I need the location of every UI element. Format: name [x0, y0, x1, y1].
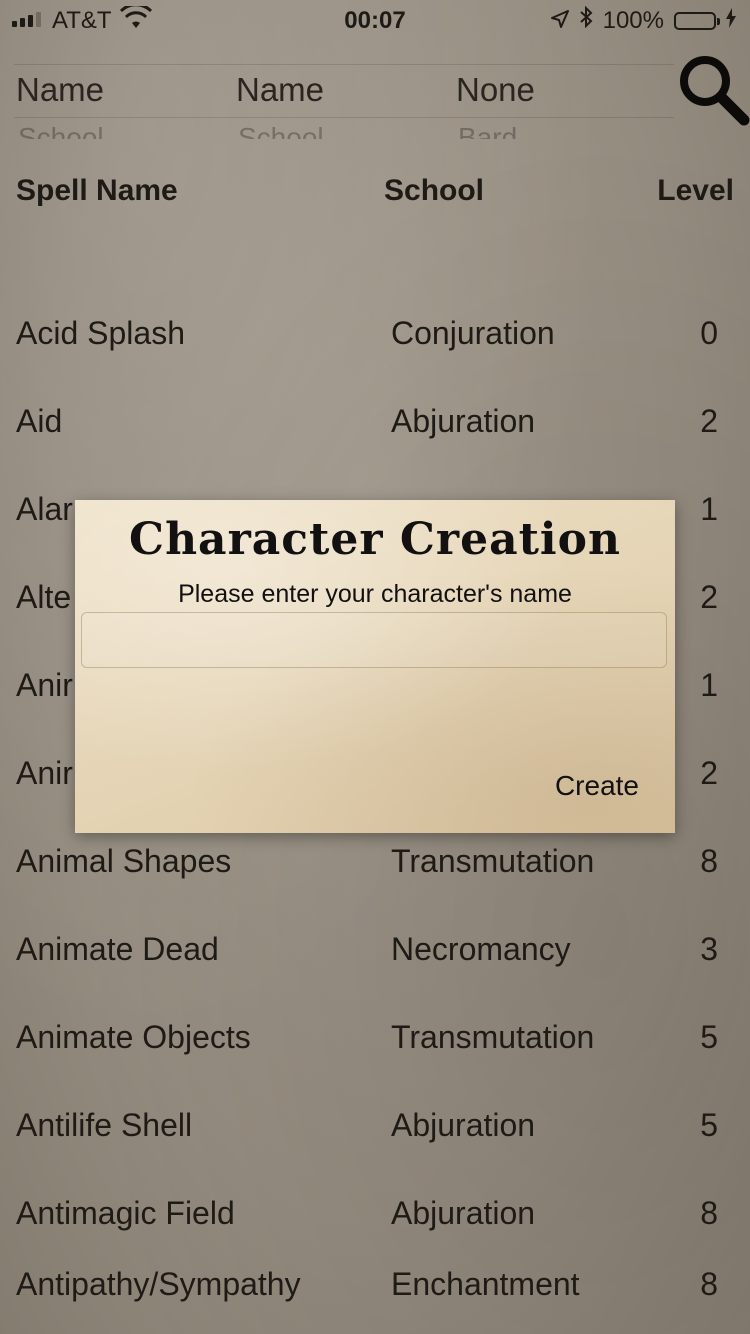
character-creation-dialog: Character Creation Please enter your cha… [75, 500, 675, 833]
picker-next-option: School [18, 123, 104, 139]
spell-name: Acid Splash [16, 315, 185, 351]
spell-level: 2 [700, 755, 718, 791]
spell-level: 8 [700, 843, 718, 879]
spell-school: Transmutation [391, 1019, 595, 1055]
dialog-message: Please enter your character's name [178, 580, 572, 608]
spell-name: Animal Shapes [16, 843, 232, 879]
spell-name: Antimagic Field [16, 1195, 235, 1231]
spell-name: Animate Objects [16, 1019, 251, 1055]
header-level[interactable]: Level [657, 174, 734, 208]
picker-sort-field-1[interactable]: Name [16, 71, 104, 109]
bluetooth-icon [579, 5, 593, 35]
location-arrow-icon [550, 7, 569, 35]
spell-name: Alte [16, 579, 72, 615]
spell-level: 5 [700, 1019, 718, 1055]
dialog-title: Character Creation [129, 514, 621, 565]
spell-name: Antilife Shell [16, 1107, 193, 1143]
search-icon [680, 56, 750, 126]
spell-school: Abjuration [391, 403, 536, 439]
table-row[interactable]: Aid Abjuration 2 [0, 383, 750, 471]
spell-level: 0 [700, 315, 718, 351]
table-row[interactable]: Acid Splash Conjuration 0 [0, 295, 750, 383]
spell-school: Conjuration [391, 315, 555, 351]
spell-level: 1 [700, 667, 718, 703]
battery-percent: 100% [602, 6, 664, 34]
spell-name: Anir [16, 667, 73, 703]
table-row[interactable]: Animal Shapes Transmutation 8 [0, 823, 750, 911]
charging-bolt-icon [726, 7, 736, 35]
spell-level: 5 [700, 1107, 718, 1143]
status-bar: AT&T 00:07 100% [0, 0, 750, 40]
picker-sort-field-2[interactable]: Name [236, 71, 324, 109]
spell-level: 1 [700, 491, 718, 527]
table-row[interactable]: Antipathy/Sympathy Enchantment 8 [0, 1246, 750, 1334]
picker-next-option: School [238, 123, 324, 139]
picker-next-option: Bard [458, 123, 518, 139]
filter-picker[interactable]: Name Name None School School Bard [14, 64, 674, 139]
battery-icon [674, 11, 720, 30]
header-spell-name[interactable]: Spell Name [16, 174, 178, 208]
spell-level: 8 [700, 1266, 718, 1302]
spell-level: 2 [700, 579, 718, 615]
spell-name: Animate Dead [16, 931, 219, 967]
table-row[interactable]: Animate Dead Necromancy 3 [0, 911, 750, 999]
spell-school: Abjuration [391, 1195, 536, 1231]
spell-school: Transmutation [391, 843, 595, 879]
spell-school: Enchantment [391, 1266, 580, 1302]
spell-level: 2 [700, 403, 718, 439]
spell-level: 3 [700, 931, 718, 967]
spell-name: Anir [16, 755, 73, 791]
spell-school: Abjuration [391, 1107, 536, 1143]
create-button[interactable]: Create [555, 770, 639, 802]
spell-level: 8 [700, 1195, 718, 1231]
header-school[interactable]: School [384, 174, 484, 208]
character-name-input[interactable] [81, 612, 667, 668]
search-button[interactable] [672, 50, 750, 130]
picker-class-filter[interactable]: None [456, 71, 535, 109]
table-row[interactable]: Antilife Shell Abjuration 5 [0, 1087, 750, 1175]
spell-name: Alar [16, 491, 73, 527]
spell-name: Aid [16, 403, 63, 439]
spell-school: Necromancy [391, 931, 571, 967]
spell-name: Antipathy/Sympathy [16, 1266, 301, 1302]
table-row[interactable]: Animate Objects Transmutation 5 [0, 999, 750, 1087]
